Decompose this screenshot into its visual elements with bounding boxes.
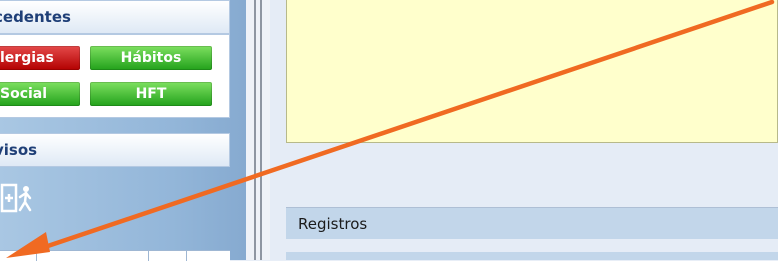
habitos-label: Hábitos [120, 50, 182, 66]
notes-textarea[interactable] [286, 0, 778, 143]
door-exit-icon[interactable] [0, 182, 36, 216]
social-label: Social [0, 86, 48, 102]
antecedentes-title: cedentes [0, 8, 71, 26]
splitter-line [260, 0, 262, 260]
hft-label: HFT [135, 86, 167, 102]
social-button[interactable]: Social [0, 82, 80, 106]
panel-splitter[interactable] [246, 0, 270, 260]
avisos-header[interactable]: visos [0, 133, 230, 167]
hft-button[interactable]: HFT [90, 82, 212, 106]
alergias-button[interactable]: lergias [0, 46, 80, 70]
splitter-line [254, 0, 256, 260]
avisos-title: visos [0, 141, 38, 159]
registros-title: Registros [298, 214, 368, 233]
antecedentes-header[interactable]: cedentes [0, 0, 230, 34]
main-panel: Registros [270, 0, 778, 260]
alergias-label: lergias [0, 50, 54, 66]
registros-header[interactable]: Registros [286, 207, 778, 239]
registros-subheader [286, 252, 778, 260]
sidebar-bottom-toolbar [0, 250, 230, 261]
sidebar: cedentes lergias Hábitos Social HFT viso… [0, 0, 246, 261]
habitos-button[interactable]: Hábitos [90, 46, 212, 70]
